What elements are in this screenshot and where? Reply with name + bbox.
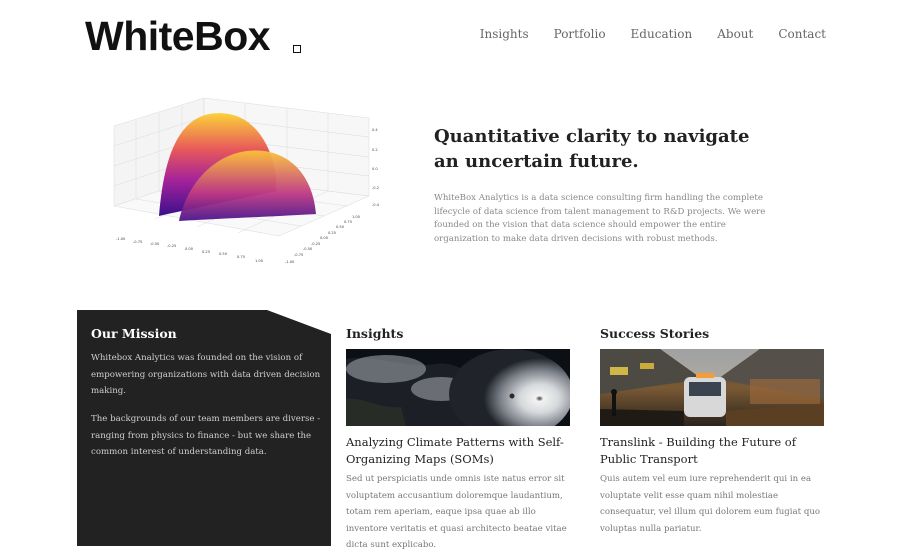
nav-contact[interactable]: Contact: [778, 27, 826, 41]
plot-z-tick: 0.0: [372, 167, 378, 171]
nav-insights[interactable]: Insights: [480, 27, 529, 41]
plot-x-tick: 0.50: [219, 252, 228, 256]
plot-x-tick: -0.50: [150, 242, 160, 246]
plot-y-tick: 0.25: [328, 231, 336, 235]
plot-z-tick: 0.2: [372, 148, 378, 152]
plot-x-tick: 1.00: [255, 259, 264, 263]
train-station-image[interactable]: [600, 349, 824, 426]
plot-y-tick: -1.00: [285, 260, 295, 264]
hurricane-image-art: [346, 349, 570, 426]
site-logo[interactable]: WhiteBox: [85, 14, 271, 58]
plot-y-tick: -0.25: [311, 242, 320, 246]
plot-z-tick: 0.4: [372, 128, 378, 132]
hero-title: Quantitative clarity to navigate an unce…: [434, 126, 750, 172]
plot-z-tick: -0.4: [372, 203, 380, 207]
plot-y-tick: -0.75: [294, 253, 303, 257]
insights-card-text: Sed ut perspiciatis unde omnis iste natu…: [346, 474, 567, 550]
success-card-text: Quis autem vel eum iure reprehenderit qu…: [600, 474, 821, 534]
hurricane-satellite-image[interactable]: [346, 349, 570, 426]
plot-y-tick: 0.00: [320, 236, 329, 240]
train-station-image-art: [600, 349, 824, 426]
nav-portfolio[interactable]: Portfolio: [554, 27, 606, 41]
plot-x-tick: -0.25: [167, 244, 176, 248]
insights-card-title[interactable]: Analyzing Climate Patterns with Self-Org…: [346, 434, 570, 468]
plot-x-tick: 0.00: [185, 247, 194, 251]
logo-square-mark: [293, 45, 301, 53]
main-nav: Insights Portfolio Education About Conta…: [455, 27, 826, 41]
plot-x-tick: -1.00: [116, 237, 126, 241]
mission-paragraph-1: Whitebox Analytics was founded on the vi…: [91, 353, 321, 396]
plot-x-tick: 0.25: [202, 250, 210, 254]
plot-x-tick: -0.75: [133, 240, 142, 244]
insights-heading[interactable]: Insights: [346, 326, 403, 341]
hero-3d-surface-plot: -1.00 -0.75 -0.50 -0.25 0.00 0.25 0.50 0…: [113, 97, 380, 264]
nav-about[interactable]: About: [717, 27, 753, 41]
mission-title: Our Mission: [91, 326, 177, 341]
mission-paragraph-2: The backgrounds of our team members are …: [91, 414, 321, 457]
hero-description: WhiteBox Analytics is a data science con…: [434, 193, 766, 245]
success-stories-heading[interactable]: Success Stories: [600, 326, 709, 341]
plot-y-tick: -0.50: [303, 247, 313, 251]
plot-y-tick: 1.00: [352, 215, 361, 219]
success-card-title[interactable]: Translink - Building the Future of Publi…: [600, 434, 824, 468]
plot-y-tick: 0.75: [344, 220, 352, 224]
mission-panel: Our Mission Whitebox Analytics was found…: [77, 310, 331, 546]
nav-education[interactable]: Education: [631, 27, 693, 41]
plot-y-tick: 0.50: [336, 225, 345, 229]
plot-x-tick: 0.75: [237, 255, 245, 259]
plot-z-tick: -0.2: [372, 186, 379, 190]
